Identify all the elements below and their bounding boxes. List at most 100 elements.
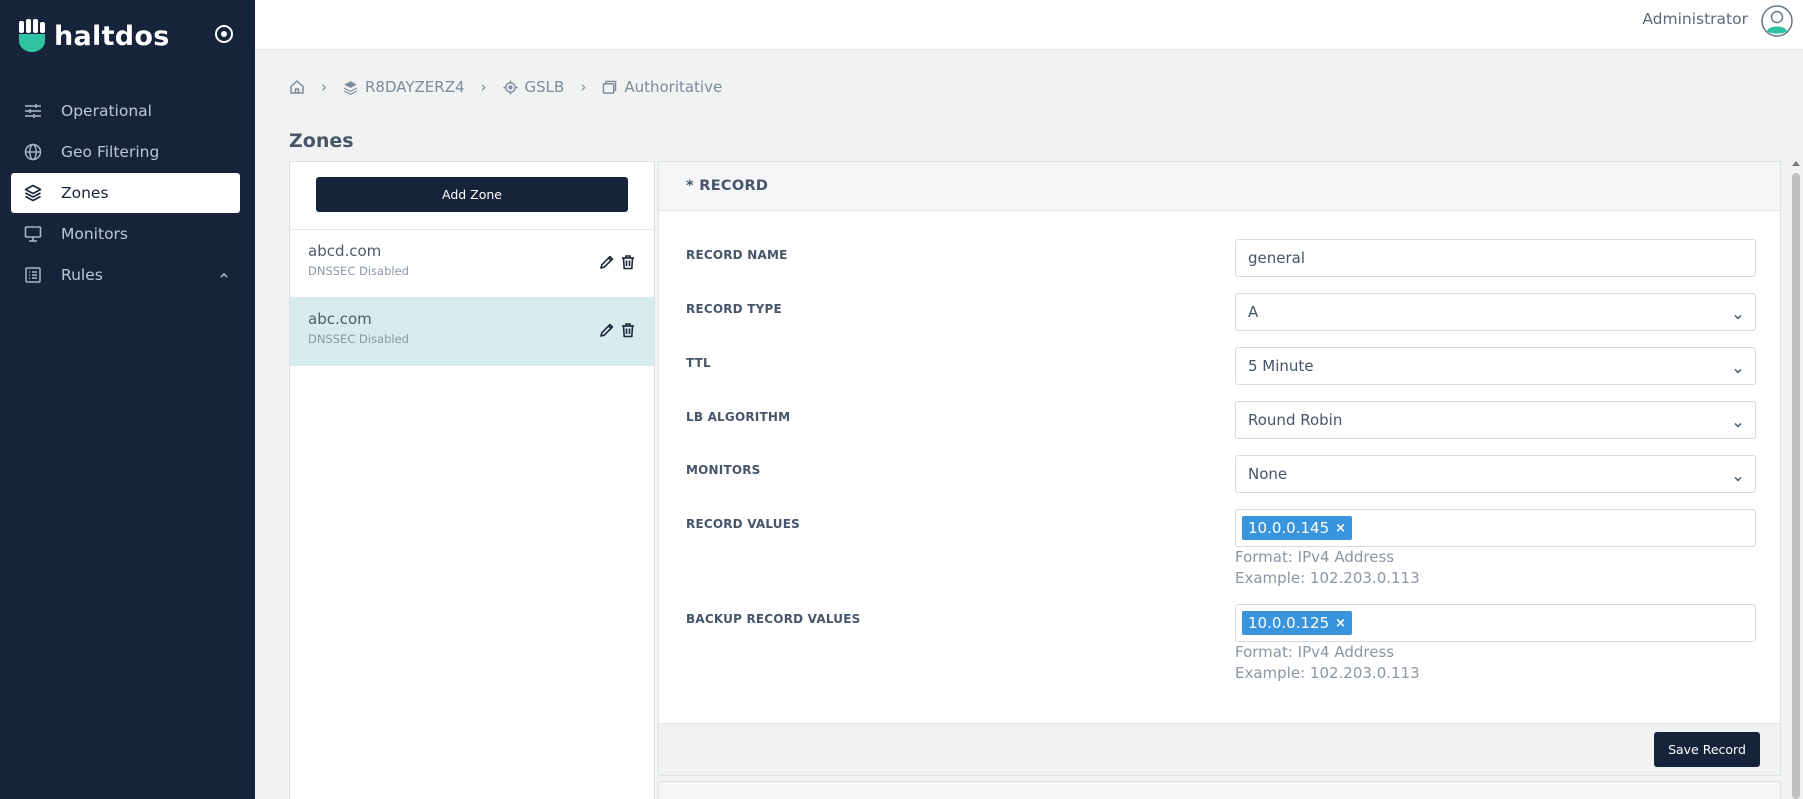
ttl-select[interactable]: 5 Minute (1235, 347, 1756, 385)
backup-values-example: Example: 102.203.0.113 (1235, 664, 1420, 682)
breadcrumb-authoritative[interactable]: Authoritative (602, 78, 722, 96)
sidebar-item-label: Geo Filtering (61, 143, 160, 161)
scroll-up-arrow-icon[interactable] (1792, 161, 1800, 166)
record-name-row: RECORD NAME (686, 248, 788, 262)
chevron-down-icon (1733, 470, 1743, 488)
record-footer: Save Record (659, 723, 1780, 775)
sidebar-item-operational[interactable]: Operational (11, 91, 240, 131)
backup-value-tag: 10.0.0.125 × (1242, 611, 1353, 635)
record-values-label: RECORD VALUES (686, 517, 800, 531)
monitors-value: None (1248, 465, 1288, 483)
brand-logo[interactable]: haltdos (18, 16, 170, 56)
breadcrumb: › R8DAYZERZ4 › GSLB › Authoritative (289, 78, 722, 96)
ttl-label: TTL (686, 356, 711, 370)
record-value-tag: 10.0.0.145 × (1242, 516, 1353, 540)
monitors-select[interactable]: None (1235, 455, 1756, 493)
sidebar-item-zones[interactable]: Zones (11, 173, 240, 213)
brand-name: haltdos (54, 20, 170, 52)
sidebar-item-label: Rules (61, 266, 103, 284)
haltdos-logo-icon (19, 19, 45, 52)
chevron-down-icon (1733, 362, 1743, 380)
backup-values-row: BACKUP RECORD VALUES (686, 612, 860, 626)
user-name[interactable]: Administrator (1642, 10, 1748, 28)
zone-name: abcd.com (308, 242, 382, 260)
backup-values-input[interactable]: 10.0.0.125 × (1235, 604, 1756, 642)
vertical-scrollbar[interactable] (1789, 161, 1803, 799)
record-values-row: RECORD VALUES (686, 517, 800, 531)
record-values-hint: Format: IPv4 Address Example: 102.203.0.… (1235, 547, 1420, 589)
save-record-button[interactable]: Save Record (1654, 732, 1760, 767)
trash-delete-icon[interactable] (620, 322, 636, 338)
record-values-example: Example: 102.203.0.113 (1235, 569, 1420, 587)
list-item[interactable]: abcd.com DNSSEC Disabled (290, 230, 654, 298)
sidebar-item-label: Zones (61, 184, 109, 202)
record-type-row: RECORD TYPE (686, 302, 782, 316)
scroll-thumb[interactable] (1792, 173, 1800, 799)
breadcrumb-separator: › (321, 78, 327, 96)
breadcrumb-separator: › (580, 78, 587, 96)
lb-algorithm-label: LB ALGORITHM (686, 410, 791, 424)
breadcrumb-r8dayzerz4[interactable]: R8DAYZERZ4 (343, 78, 465, 96)
record-type-value: A (1248, 303, 1259, 321)
remove-tag-icon[interactable]: × (1335, 521, 1346, 536)
record-type-select[interactable]: A (1235, 293, 1756, 331)
record-panel: * RECORD RECORD NAME general RECORD TYPE… (658, 161, 1781, 776)
breadcrumb-label: R8DAYZERZ4 (365, 78, 465, 96)
record-type-label: RECORD TYPE (686, 302, 782, 316)
sidebar-item-rules[interactable]: Rules (11, 255, 240, 295)
monitor-icon (23, 224, 43, 244)
breadcrumb-separator: › (480, 78, 487, 96)
lb-algorithm-value: Round Robin (1248, 411, 1343, 429)
globe-icon (23, 142, 43, 162)
zones-panel: Add Zone abcd.com DNSSEC Disabled abc.co… (289, 161, 655, 799)
record-values-input[interactable]: 10.0.0.145 × (1235, 509, 1756, 547)
ttl-value: 5 Minute (1248, 357, 1314, 375)
zone-name: abc.com (308, 310, 372, 328)
zone-status: DNSSEC Disabled (308, 264, 409, 278)
page-title: Zones (289, 130, 354, 152)
sliders-icon (23, 101, 43, 121)
layers-icon (344, 80, 357, 95)
list-icon (23, 265, 43, 285)
target-settings-icon[interactable] (212, 22, 236, 46)
lb-algorithm-select[interactable]: Round Robin (1235, 401, 1756, 439)
sidebar-nav: Operational Geo Filtering Zones Monitors… (11, 91, 240, 296)
record-name-value: general (1248, 249, 1306, 267)
user-avatar-icon[interactable] (1761, 5, 1793, 37)
chevron-down-icon (1733, 308, 1743, 326)
record-header: * RECORD (659, 162, 1780, 211)
sidebar-item-monitors[interactable]: Monitors (11, 214, 240, 254)
zone-actions (599, 322, 636, 338)
backup-value-tag-text: 10.0.0.125 (1248, 614, 1330, 632)
layers-icon (23, 183, 43, 203)
trash-delete-icon[interactable] (620, 254, 636, 270)
breadcrumb-gslb[interactable]: GSLB (502, 78, 565, 96)
list-item[interactable]: abc.com DNSSEC Disabled (290, 298, 654, 366)
monitors-label: MONITORS (686, 463, 761, 477)
next-panel (658, 781, 1781, 799)
home-icon (290, 80, 304, 94)
record-name-input[interactable]: general (1235, 239, 1756, 277)
topbar: Administrator (255, 0, 1803, 50)
chevron-up-icon[interactable] (218, 267, 230, 285)
backup-values-hint: Format: IPv4 Address Example: 102.203.0.… (1235, 642, 1420, 684)
backup-values-label: BACKUP RECORD VALUES (686, 612, 861, 626)
ttl-row: TTL (686, 356, 711, 370)
sidebar-item-label: Monitors (61, 225, 128, 243)
target-icon (502, 79, 518, 95)
window-icon (603, 80, 617, 94)
add-zone-button[interactable]: Add Zone (316, 177, 628, 212)
record-values-format: Format: IPv4 Address (1235, 548, 1395, 566)
chevron-down-icon (1733, 416, 1743, 434)
remove-tag-icon[interactable]: × (1335, 616, 1346, 631)
pencil-edit-icon[interactable] (599, 322, 615, 338)
sidebar-item-geo-filtering[interactable]: Geo Filtering (11, 132, 240, 172)
lb-algorithm-row: LB ALGORITHM (686, 410, 790, 424)
monitors-row: MONITORS (686, 463, 761, 477)
breadcrumb-label: Authoritative (624, 78, 723, 96)
zone-list: abcd.com DNSSEC Disabled abc.com DNSSEC … (290, 229, 654, 366)
breadcrumb-label: GSLB (524, 78, 565, 96)
breadcrumb-home[interactable] (289, 79, 305, 95)
pencil-edit-icon[interactable] (599, 254, 615, 270)
zone-status: DNSSEC Disabled (308, 332, 409, 346)
